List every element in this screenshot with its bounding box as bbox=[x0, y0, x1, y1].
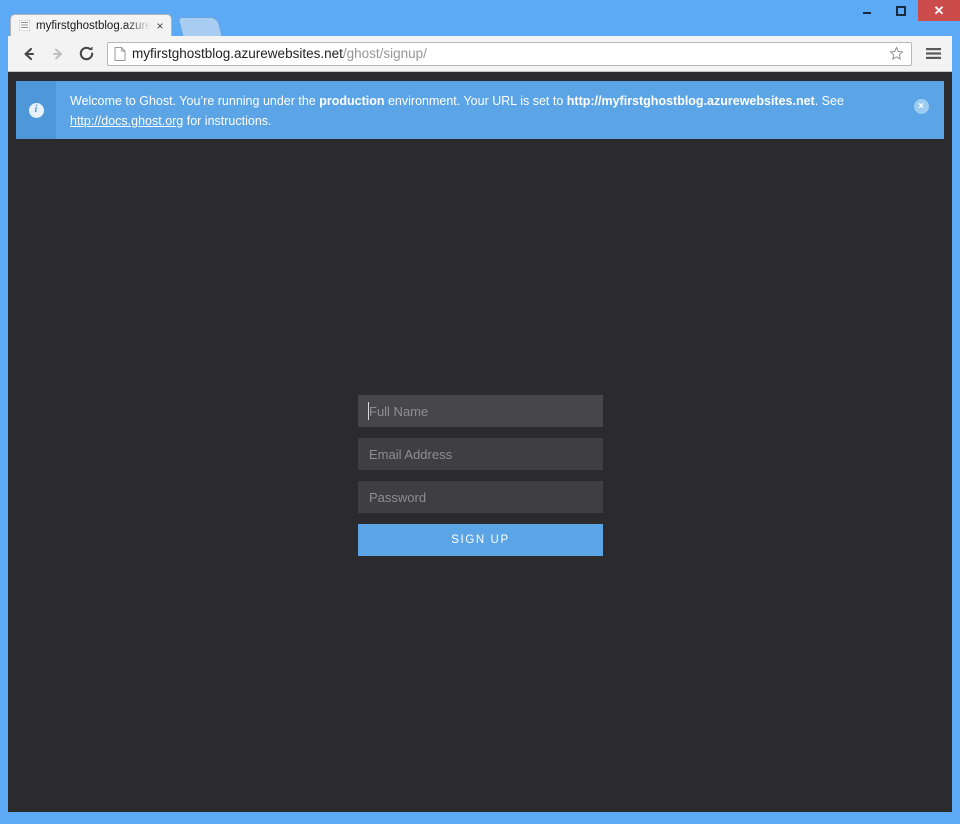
reload-button[interactable] bbox=[72, 39, 101, 68]
star-icon bbox=[889, 46, 903, 60]
bookmark-star-icon[interactable] bbox=[885, 43, 907, 65]
notification-close-button[interactable]: × bbox=[898, 81, 944, 139]
notification-text-4: for instructions. bbox=[183, 114, 272, 128]
notification-environment: production bbox=[319, 94, 385, 108]
full-name-placeholder: Full Name bbox=[369, 403, 429, 419]
tab-close-icon[interactable]: × bbox=[153, 19, 167, 33]
docs-link[interactable]: http://docs.ghost.org bbox=[70, 114, 183, 128]
url-domain: myfirstghostblog.azurewebsites.net bbox=[132, 46, 343, 61]
page-lines-favicon bbox=[19, 20, 30, 31]
maximize-button[interactable] bbox=[884, 0, 918, 21]
address-bar[interactable]: myfirstghostblog.azurewebsites.net/ghost… bbox=[107, 41, 912, 66]
navigation-toolbar: myfirstghostblog.azurewebsites.net/ghost… bbox=[8, 36, 952, 72]
new-tab-button[interactable] bbox=[177, 17, 223, 36]
notification-message: Welcome to Ghost. You’re running under t… bbox=[56, 81, 898, 139]
page-viewport: i Welcome to Ghost. You’re running under… bbox=[8, 72, 952, 812]
page-document-icon bbox=[114, 46, 126, 61]
forward-arrow-icon bbox=[52, 48, 62, 59]
sign-up-button[interactable]: Sign Up bbox=[358, 524, 603, 556]
reload-icon bbox=[79, 46, 94, 61]
tab-title: myfirstghostblog.azurewe bbox=[36, 19, 151, 32]
minimize-button[interactable] bbox=[850, 0, 884, 21]
maximize-icon bbox=[896, 5, 906, 16]
password-placeholder: Password bbox=[369, 489, 427, 505]
browser-tab[interactable]: myfirstghostblog.azurewe × bbox=[10, 14, 172, 36]
ghost-notification-bar: i Welcome to Ghost. You’re running under… bbox=[16, 81, 944, 139]
browser-menu-button[interactable] bbox=[920, 41, 946, 67]
notification-text-2: environment. Your URL is set to bbox=[384, 94, 567, 108]
full-name-field[interactable]: Full Name bbox=[358, 395, 603, 427]
email-address-placeholder: Email Address bbox=[369, 446, 453, 462]
url-path: /ghost/signup/ bbox=[342, 46, 427, 61]
forward-button[interactable] bbox=[43, 39, 72, 68]
tab-strip: ✕ myfirstghostblog.azurewe × bbox=[0, 0, 960, 36]
notification-icon-column: i bbox=[16, 81, 56, 139]
hamburger-menu-icon bbox=[925, 48, 941, 59]
browser-window: ✕ myfirstghostblog.azurewe × bbox=[0, 0, 960, 824]
notification-url: http://myfirstghostblog.azurewebsites.ne… bbox=[566, 94, 815, 108]
back-arrow-icon bbox=[23, 47, 34, 60]
back-button[interactable] bbox=[14, 39, 43, 68]
minimize-icon bbox=[863, 11, 871, 14]
notification-text-1: Welcome to Ghost. You’re running under t… bbox=[70, 94, 320, 108]
password-field[interactable]: Password bbox=[358, 481, 603, 513]
close-icon: × bbox=[913, 99, 929, 114]
signup-form: Full Name Email Address Password Sign Up bbox=[358, 395, 603, 556]
notification-text-3: . See bbox=[814, 94, 844, 108]
email-address-field[interactable]: Email Address bbox=[358, 438, 603, 470]
info-icon: i bbox=[28, 102, 44, 118]
text-caret bbox=[368, 402, 369, 420]
window-controls: ✕ bbox=[850, 0, 960, 21]
close-window-button[interactable]: ✕ bbox=[918, 0, 960, 21]
url-text: myfirstghostblog.azurewebsites.net/ghost… bbox=[132, 46, 885, 61]
